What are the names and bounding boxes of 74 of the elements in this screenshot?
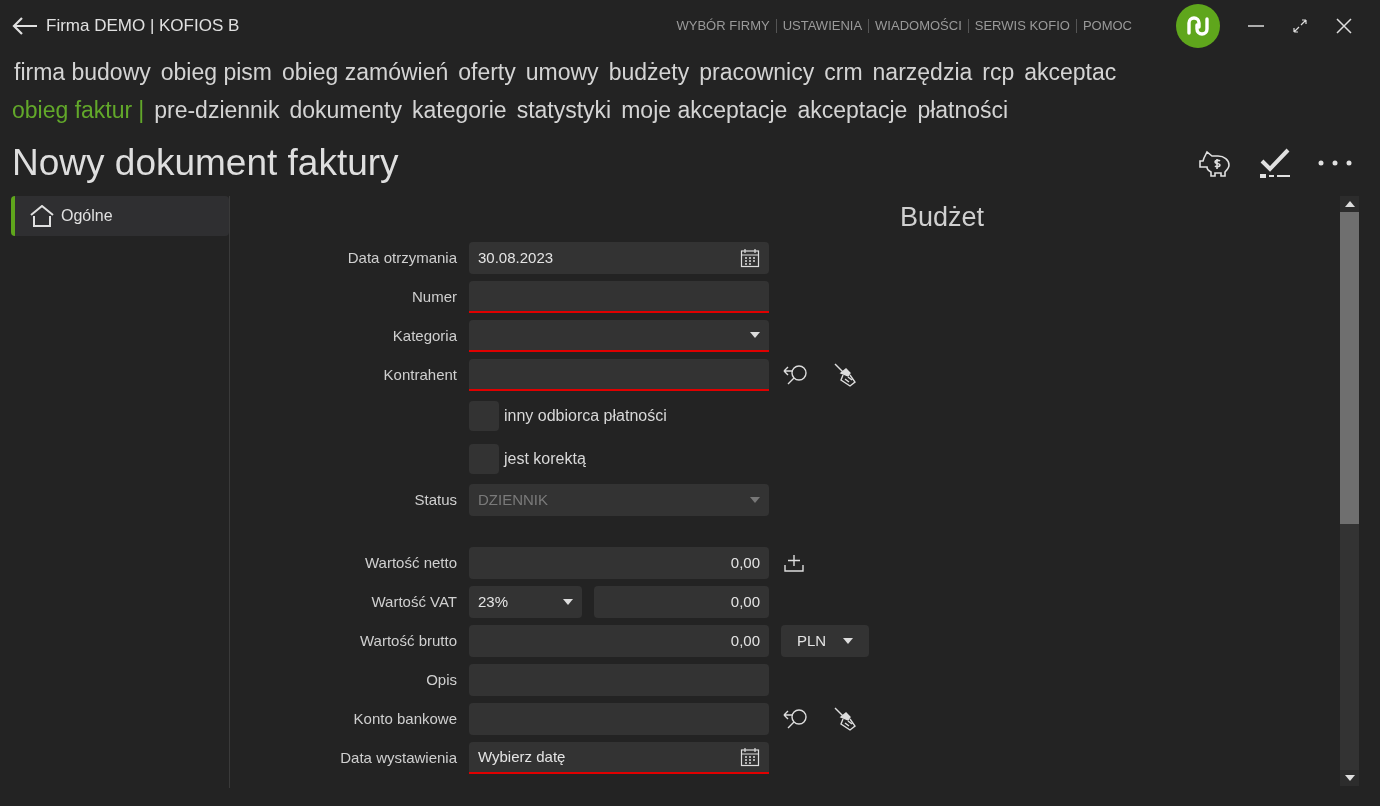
field-label: Kategoria: [391, 327, 457, 344]
field-label: Kontrahent: [382, 366, 457, 383]
back-arrow-icon[interactable]: [12, 17, 38, 35]
search-back-icon[interactable]: [783, 362, 809, 387]
sub-menu-item[interactable]: dokumenty: [289, 96, 402, 124]
field-label: Data wystawienia: [339, 749, 457, 766]
app-logo[interactable]: [1176, 4, 1220, 48]
scrollbar[interactable]: [1340, 196, 1359, 786]
section-heading: Budżet: [900, 202, 986, 233]
amount-field[interactable]: 0,00: [469, 546, 769, 579]
field-label: Data otrzymania: [346, 249, 457, 266]
main-menu-item[interactable]: rcp: [982, 58, 1015, 86]
currency-dropdown[interactable]: PLN: [781, 624, 869, 657]
maximize-icon[interactable]: [1292, 18, 1308, 34]
main-menu-item[interactable]: obieg pism: [160, 58, 272, 86]
checkbox-label: jest korektą: [504, 449, 586, 468]
broom-icon[interactable]: [833, 361, 859, 388]
close-icon[interactable]: [1336, 18, 1352, 34]
field-label: Wartość brutto: [359, 632, 457, 649]
sidebar-item[interactable]: Ogólne: [11, 196, 229, 236]
main-menu-item[interactable]: firma budowy: [14, 58, 151, 86]
date-field[interactable]: Wybierz datę: [469, 741, 769, 774]
dropdown-caret-icon: [843, 637, 853, 644]
main-menu-item[interactable]: pracownicy: [699, 58, 815, 86]
main-menu-item[interactable]: umowy: [525, 58, 599, 86]
field-label: Opis: [425, 671, 457, 688]
scroll-down-arrow-icon[interactable]: [1344, 775, 1355, 781]
top-link[interactable]: POMOC: [1075, 19, 1138, 33]
main-menu-item[interactable]: obieg zamówień: [282, 58, 449, 86]
top-link[interactable]: SERWIS KOFIO: [967, 19, 1076, 33]
broom-icon[interactable]: [833, 705, 859, 732]
window-title: Firma DEMO | KOFIOS B: [46, 16, 240, 36]
date-field[interactable]: 30.08.2023: [469, 241, 769, 274]
main-menu-item[interactable]: budżety: [608, 58, 690, 86]
field-label: Wartość VAT: [370, 593, 457, 610]
page-title: Nowy dokument faktury: [12, 142, 399, 184]
sub-menu-item[interactable]: pre-dziennik: [154, 96, 280, 124]
field-label: Status: [413, 491, 457, 508]
amount-field[interactable]: 0,00: [469, 624, 769, 657]
add-icon[interactable]: [783, 552, 805, 573]
main-menu-item[interactable]: crm: [824, 58, 863, 86]
vat-rate-dropdown[interactable]: 23%: [469, 585, 582, 618]
field-label: Konto bankowe: [352, 710, 457, 727]
input-field[interactable]: [469, 280, 769, 313]
field-label: Wartość netto: [364, 554, 457, 571]
home-icon: [29, 205, 55, 227]
calendar-icon[interactable]: [740, 746, 760, 767]
sub-menu-item[interactable]: statystyki: [516, 96, 612, 124]
checkbox-label: inny odbiorca płatności: [504, 406, 667, 425]
field-label: Numer: [411, 288, 457, 305]
scroll-up-arrow-icon[interactable]: [1344, 201, 1355, 207]
amount-field[interactable]: 0,00: [594, 585, 769, 618]
main-menu-item[interactable]: oferty: [458, 58, 516, 86]
sub-menu-item[interactable]: obieg faktur: [12, 96, 133, 124]
top-link[interactable]: WYBÓR FIRMY: [670, 19, 776, 33]
sub-menu-item[interactable]: kategorie: [412, 96, 507, 124]
sub-menu-item[interactable]: płatności: [917, 96, 1009, 124]
menu-separator: |: [138, 96, 145, 124]
main-menu-item[interactable]: narzędzia: [872, 58, 973, 86]
more-options-icon[interactable]: [1318, 160, 1352, 166]
sub-menu-item[interactable]: akceptacje: [797, 96, 908, 124]
approve-check-icon[interactable]: [1258, 147, 1292, 179]
input-field[interactable]: [469, 358, 769, 391]
piggy-bank-icon[interactable]: [1198, 148, 1232, 178]
top-link[interactable]: USTAWIENIA: [775, 19, 869, 33]
top-link[interactable]: WIADOMOŚCI: [868, 19, 968, 33]
main-menu-item[interactable]: akceptac: [1024, 58, 1117, 86]
search-back-icon[interactable]: [783, 706, 809, 731]
dropdown-field[interactable]: [469, 319, 769, 352]
dropdown-caret-icon: [563, 598, 573, 605]
sub-menu-item[interactable]: moje akceptacje: [621, 96, 788, 124]
calendar-icon[interactable]: [740, 247, 760, 268]
dropdown-caret-icon: [750, 496, 760, 503]
dropdown-caret-icon: [750, 331, 760, 338]
